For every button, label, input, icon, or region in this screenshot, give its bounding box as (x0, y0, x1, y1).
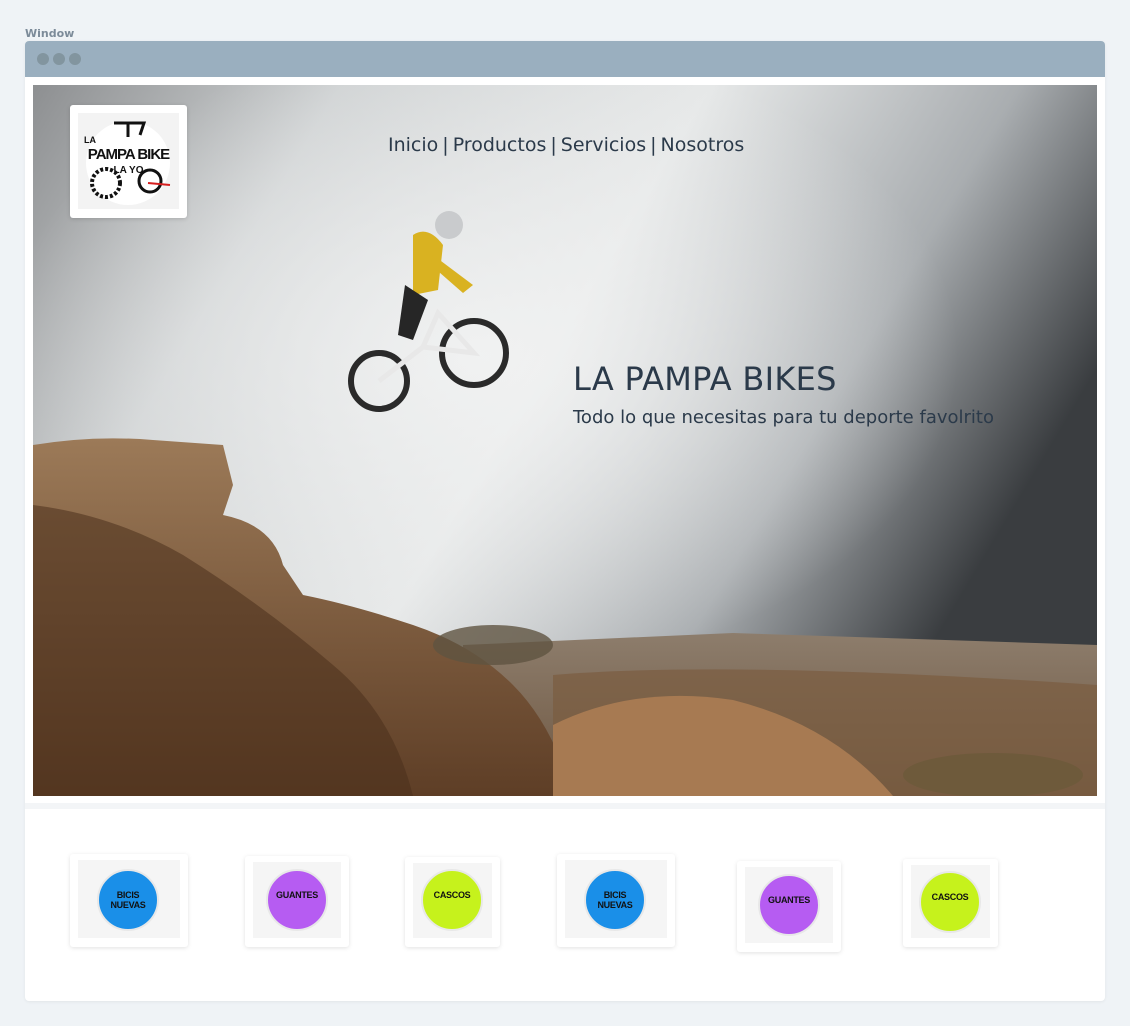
nav-link-inicio[interactable]: Inicio (388, 134, 438, 156)
category-label: BICIS NUEVAS (597, 890, 633, 910)
category-label: CASCOS (433, 890, 471, 900)
category-card-bicis-nuevas[interactable]: BICIS NUEVAS (70, 854, 188, 947)
nav-separator: | (650, 134, 657, 156)
category-card-cascos[interactable]: CASCOS (903, 859, 998, 947)
category-card-cascos[interactable]: CASCOS (405, 857, 500, 947)
category-badge-icon: BICIS NUEVAS (97, 869, 159, 931)
nav-link-productos[interactable]: Productos (453, 134, 547, 156)
nav-link-servicios[interactable]: Servicios (561, 134, 646, 156)
category-card-guantes[interactable]: GUANTES (245, 856, 349, 947)
hero-background-image (33, 85, 1097, 796)
category-card-guantes[interactable]: GUANTES (737, 861, 841, 952)
category-label: BICIS NUEVAS (110, 890, 146, 910)
window-minimize-dot[interactable] (53, 53, 65, 65)
category-badge-icon: GUANTES (758, 874, 820, 936)
site-logo[interactable]: LA PAMPA BIKE LA YO (70, 105, 187, 218)
category-badge-icon: BICIS NUEVAS (584, 869, 646, 931)
window-maximize-dot[interactable] (69, 53, 81, 65)
category-badge-icon: CASCOS (919, 871, 981, 933)
hero-title: LA PAMPA BIKES (573, 360, 837, 398)
category-badge-icon: GUANTES (266, 869, 328, 931)
category-label: CASCOS (931, 892, 969, 902)
category-badge-icon: CASCOS (421, 869, 483, 931)
category-image: GUANTES (745, 867, 833, 943)
window-close-dot[interactable] (37, 53, 49, 65)
category-image: BICIS NUEVAS (78, 860, 180, 938)
nav-separator: | (550, 134, 557, 156)
nav-separator: | (442, 134, 449, 156)
category-card-bicis-nuevas[interactable]: BICIS NUEVAS (557, 854, 675, 947)
category-image: CASCOS (911, 865, 990, 938)
category-image: GUANTES (253, 862, 341, 938)
hero-banner: LA PAMPA BIKE LA YO Inicio | Productos | Ser… (33, 85, 1097, 796)
logo-image: LA PAMPA BIKE LA YO (78, 113, 179, 209)
window-label: Window (25, 27, 75, 40)
category-image: BICIS NUEVAS (565, 860, 667, 938)
logo-text-yo: LA YO (113, 165, 144, 176)
category-image: CASCOS (413, 863, 492, 938)
category-label: GUANTES (276, 890, 318, 900)
main-navigation: Inicio | Productos | Servicios | Nosotros (388, 134, 744, 156)
hero-subtitle: Todo lo que necesitas para tu deporte fa… (573, 407, 994, 428)
window-titlebar[interactable] (25, 41, 1105, 77)
section-divider (25, 803, 1105, 809)
logo-text-brand: PAMPA BIKE (87, 146, 170, 163)
category-label: GUANTES (768, 895, 810, 905)
browser-window: LA PAMPA BIKE LA YO Inicio | Productos | Ser… (25, 41, 1105, 1001)
logo-text-la: LA (84, 135, 96, 145)
nav-link-nosotros[interactable]: Nosotros (661, 134, 745, 156)
